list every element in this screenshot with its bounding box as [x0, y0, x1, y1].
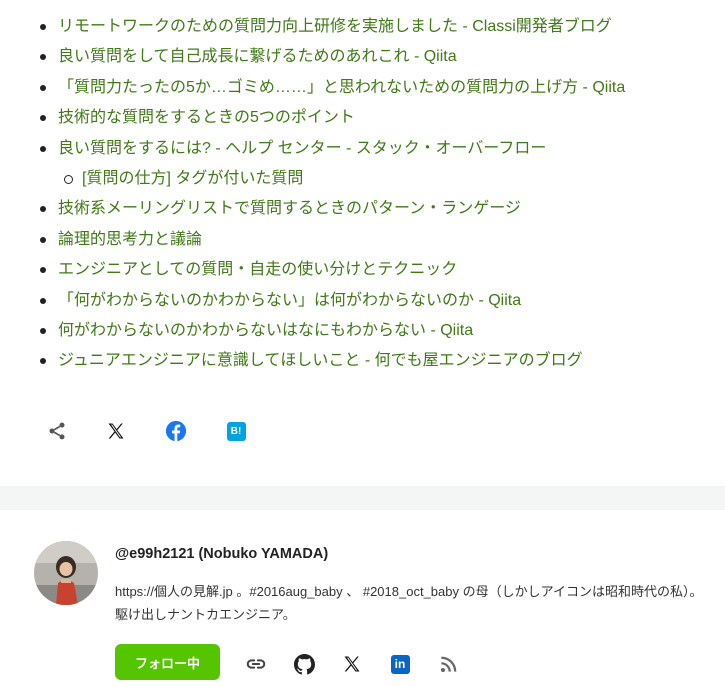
related-link[interactable]: 「質問力たったの5か…ゴミめ……」と思われないための質問力の上げ方 - Qiit… — [58, 79, 625, 96]
related-link[interactable]: 技術的な質問をするときの5つのポイント — [58, 109, 355, 126]
related-link[interactable]: 論理的思考力と議論 — [58, 231, 202, 248]
list-item: 良い質問をして自己成長に繋げるためのあれこれ - Qiita — [40, 42, 625, 72]
related-link[interactable]: エンジニアとしての質問・自走の使い分けとテクニック — [58, 261, 457, 278]
author-github-link[interactable] — [293, 653, 315, 675]
share-icon — [49, 422, 65, 440]
avatar[interactable] — [34, 541, 98, 605]
share-facebook-button[interactable] — [163, 418, 189, 444]
facebook-icon — [165, 420, 187, 442]
share-x-button[interactable] — [103, 418, 129, 444]
hatena-bookmark-icon: B! — [226, 421, 246, 441]
author-name[interactable]: @e99h2121 (Nobuko YAMADA) — [115, 546, 328, 562]
follow-button[interactable]: フォロー中 — [115, 644, 220, 680]
related-link[interactable]: 「何がわからないのかわからない」は何がわからないのか - Qiita — [58, 292, 521, 309]
list-item: 技術系メーリングリストで質問するときのパターン・ランゲージ — [40, 194, 625, 224]
related-link[interactable]: リモートワークのための質問力向上研修を実施しました - Classi開発者ブログ — [58, 18, 612, 35]
x-icon — [108, 423, 124, 439]
x-icon — [344, 656, 360, 672]
list-item: 何がわからないのかわからないはなにもわからない - Qiita — [40, 316, 625, 346]
list-item: [質問の仕方] タグが付いた質問 — [40, 164, 625, 194]
share-hatena-button[interactable]: B! — [223, 418, 249, 444]
related-link[interactable]: 何がわからないのかわからないはなにもわからない - Qiita — [58, 322, 473, 339]
list-item: リモートワークのための質問力向上研修を実施しました - Classi開発者ブログ — [40, 12, 625, 42]
related-links-section: リモートワークのための質問力向上研修を実施しました - Classi開発者ブログ… — [0, 0, 725, 485]
list-item: ジュニアエンジニアに意識してほしいこと - 何でも屋エンジニアのブログ — [40, 346, 625, 376]
section-divider-band — [0, 486, 725, 510]
related-link[interactable]: 良い質問をするには? - ヘルプ センター - スタック・オーバーフロー — [58, 140, 546, 157]
author-rss-link[interactable] — [437, 653, 459, 675]
hatena-icon-label: B! — [230, 425, 242, 437]
list-item: 技術的な質問をするときの5つのポイント — [40, 103, 625, 133]
linkedin-icon-label: in — [394, 657, 406, 671]
list-item: エンジニアとしての質問・自走の使い分けとテクニック — [40, 255, 625, 285]
list-item: 良い質問をするには? - ヘルプ センター - スタック・オーバーフロー — [40, 134, 625, 164]
author-x-link[interactable] — [341, 653, 363, 675]
list-item: 「質問力たったの5か…ゴミめ……」と思われないための質問力の上げ方 - Qiit… — [40, 73, 625, 103]
rss-icon — [440, 656, 456, 672]
list-item: 「何がわからないのかわからない」は何がわからないのか - Qiita — [40, 286, 625, 316]
related-link[interactable]: 良い質問をして自己成長に繋げるためのあれこれ - Qiita — [58, 48, 457, 65]
related-link[interactable]: ジュニアエンジニアに意識してほしいこと - 何でも屋エンジニアのブログ — [58, 352, 583, 369]
author-card: @e99h2121 (Nobuko YAMADA) https://個人の見解.… — [0, 510, 725, 687]
related-links-list: リモートワークのための質問力向上研修を実施しました - Classi開発者ブログ… — [40, 12, 625, 377]
list-item: 論理的思考力と議論 — [40, 225, 625, 255]
link-icon — [246, 659, 266, 669]
related-link[interactable]: 技術系メーリングリストで質問するときのパターン・ランゲージ — [58, 200, 521, 217]
avatar-image — [34, 541, 98, 605]
share-button[interactable] — [44, 418, 70, 444]
github-icon — [293, 653, 315, 674]
related-link[interactable]: [質問の仕方] タグが付いた質問 — [82, 170, 303, 187]
author-website-link[interactable] — [245, 653, 267, 675]
author-linkedin-link[interactable]: in — [389, 653, 411, 675]
linkedin-icon: in — [390, 654, 410, 674]
author-bio: https://個人の見解.jp 。#2016aug_baby 、 #2018_… — [115, 584, 703, 622]
